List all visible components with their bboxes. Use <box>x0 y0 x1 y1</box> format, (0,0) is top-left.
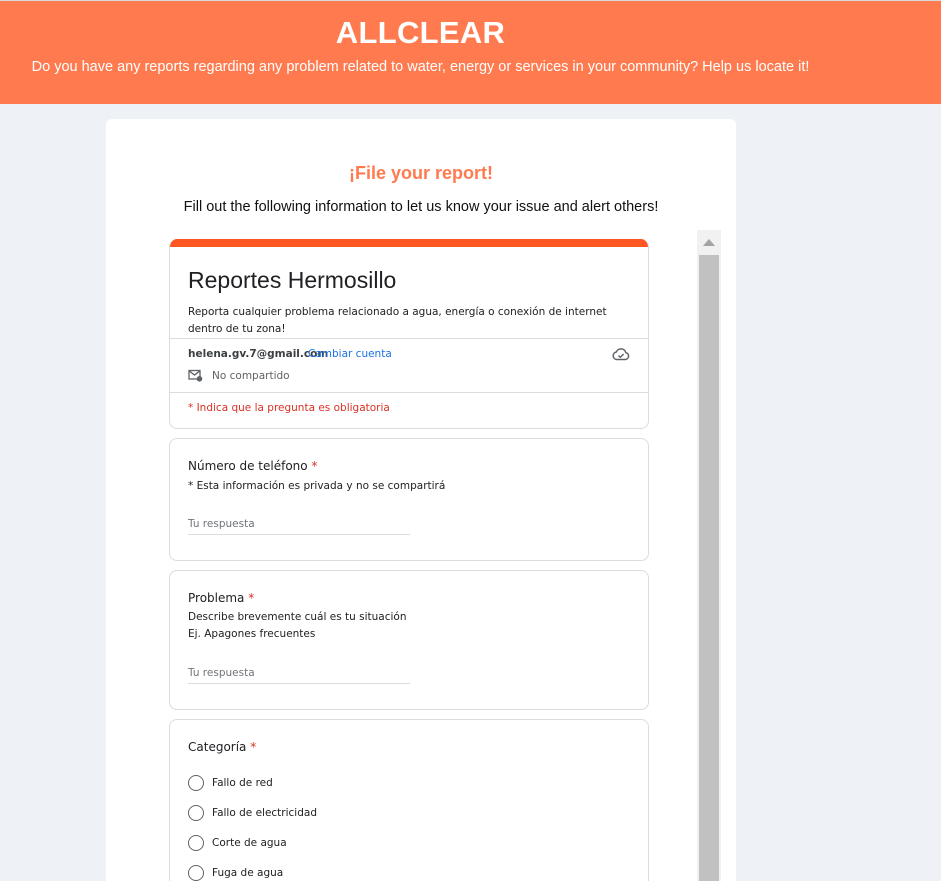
option-fallo-de-electricidad[interactable]: Fallo de electricidad <box>188 804 317 822</box>
header-tagline: Do you have any reports regarding any pr… <box>31 59 810 75</box>
question-label: Problema * <box>188 591 254 605</box>
option-label: Corte de agua <box>212 837 287 849</box>
radio-button[interactable] <box>188 835 204 851</box>
required-star: * <box>311 459 318 473</box>
divider <box>170 338 648 339</box>
option-label: Fallo de red <box>212 777 273 789</box>
question-hint: * Esta información es privada y no se co… <box>188 480 446 492</box>
question-hint: Describe brevemente cuál es tu situación <box>188 611 407 623</box>
radio-button[interactable] <box>188 865 204 881</box>
phone-input[interactable]: Tu respuesta <box>188 517 410 535</box>
form-title: Reportes Hermosillo <box>188 267 397 293</box>
radio-button[interactable] <box>188 805 204 821</box>
option-corte-de-agua[interactable]: Corte de agua <box>188 834 287 852</box>
switch-account-link[interactable]: Cambiar cuenta <box>308 348 392 360</box>
not-shared-label: No compartido <box>212 370 290 382</box>
card-subtitle: Fill out the following information to le… <box>183 199 659 215</box>
brand-title: ALLCLEAR <box>335 15 506 50</box>
required-star: * <box>250 740 257 754</box>
question-label: Categoría * <box>188 740 256 754</box>
question-category: Categoría * Fallo de red Fallo de electr… <box>169 719 649 881</box>
question-problem: Problema * Describe brevemente cuál es t… <box>169 570 649 710</box>
problem-input[interactable]: Tu respuesta <box>188 666 410 684</box>
frame-scrollbar[interactable] <box>697 230 721 881</box>
mail-lock-icon <box>188 369 203 382</box>
question-phone: Número de teléfono * * Esta información … <box>169 438 649 561</box>
option-fuga-de-agua[interactable]: Fuga de agua <box>188 864 283 881</box>
embedded-form-frame[interactable]: Reportes Hermosillo Reporta cualquier pr… <box>169 230 721 881</box>
divider <box>170 392 648 393</box>
cloud-saved-icon <box>612 348 630 361</box>
required-star: * <box>248 591 255 605</box>
question-title: Problema <box>188 591 245 605</box>
question-title: Categoría <box>188 740 247 754</box>
option-fallo-de-red[interactable]: Fallo de red <box>188 774 273 792</box>
scroll-up-arrow-icon[interactable] <box>697 230 721 255</box>
question-label: Número de teléfono * <box>188 459 317 473</box>
card-title: ¡File your report! <box>348 163 493 183</box>
form-header-section: Reportes Hermosillo Reporta cualquier pr… <box>169 239 649 429</box>
option-label: Fuga de agua <box>212 867 284 879</box>
scrollbar-thumb[interactable] <box>699 255 719 881</box>
option-label: Fallo de electricidad <box>212 807 317 819</box>
site-header: ALLCLEAR Do you have any reports regardi… <box>0 0 941 104</box>
form-accent-bar <box>170 239 648 247</box>
required-note: * Indica que la pregunta es obligatoria <box>188 402 390 414</box>
question-title: Número de teléfono <box>188 459 308 473</box>
question-hint: Ej. Apagones frecuentes <box>188 628 316 640</box>
radio-button[interactable] <box>188 775 204 791</box>
form-description: Reporta cualquier problema relacionado a… <box>188 306 607 335</box>
